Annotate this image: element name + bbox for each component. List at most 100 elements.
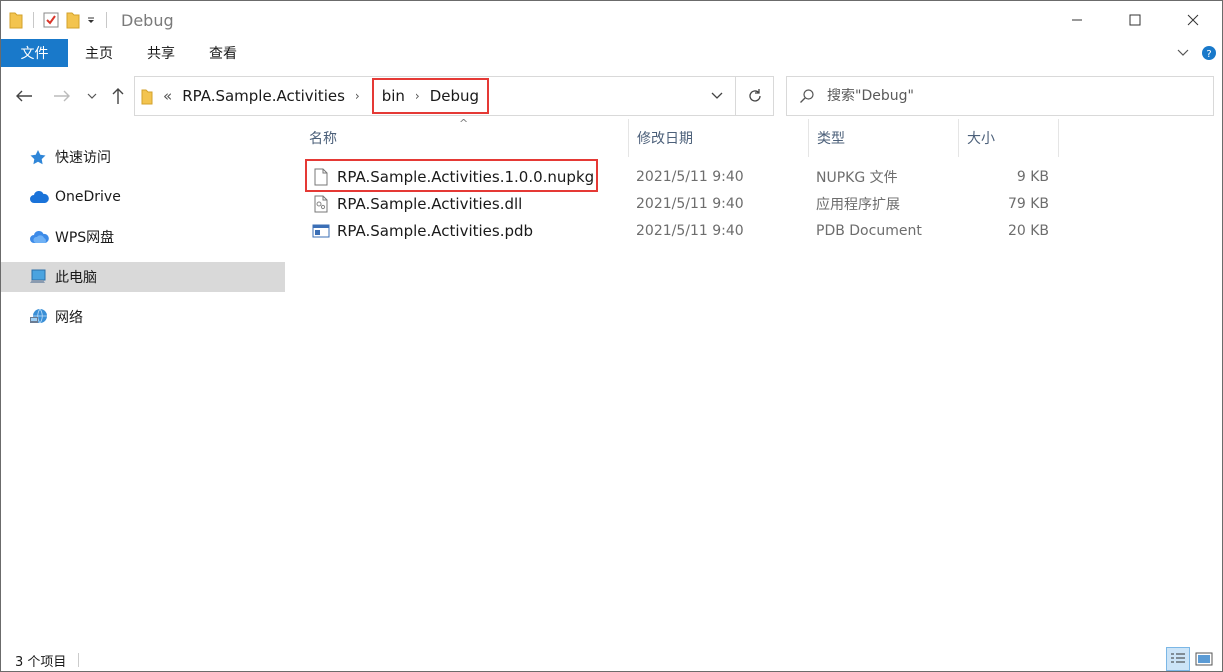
table-row[interactable]: RPA.Sample.Activities.1.0.0.nupkg 2021/5…	[301, 163, 1061, 190]
chevron-down-icon	[711, 92, 723, 99]
explorer-window: Debug 文件 主页 共享 查看 ? « RPA.Sample.Activit…	[0, 0, 1223, 672]
properties-check-icon[interactable]	[42, 10, 60, 30]
expand-ribbon-button[interactable]	[1170, 39, 1196, 67]
chevron-down-icon	[87, 93, 97, 99]
status-bar: 3 个项目	[1, 647, 1222, 671]
file-name-cell: RPA.Sample.Activities.dll	[311, 190, 522, 217]
column-header-date[interactable]: 修改日期	[629, 119, 809, 157]
dll-file-icon	[311, 195, 331, 213]
ribbon-right-controls: ?	[1170, 39, 1222, 67]
forward-button[interactable]	[51, 85, 73, 107]
file-name: RPA.Sample.Activities.1.0.0.nupkg	[337, 167, 595, 186]
chevron-down-icon	[1177, 49, 1189, 56]
table-row[interactable]: RPA.Sample.Activities.dll 2021/5/11 9:40…	[301, 190, 1061, 217]
file-type: 应用程序扩展	[816, 196, 900, 213]
tab-file[interactable]: 文件	[1, 39, 68, 67]
sidebar-item-this-pc[interactable]: 此电脑	[1, 262, 285, 292]
quick-access-toolbar: Debug	[1, 1, 174, 39]
sidebar-item-label: 网络	[55, 310, 83, 326]
folder-icon	[9, 10, 23, 30]
chevron-right-icon[interactable]: ›	[415, 89, 420, 103]
status-divider	[78, 653, 80, 667]
chevron-right-icon[interactable]: ›	[355, 89, 360, 103]
file-size: 20 KB	[1007, 222, 1049, 239]
address-history-button[interactable]	[699, 77, 735, 115]
arrow-left-icon	[16, 90, 32, 102]
window-title: Debug	[121, 10, 174, 30]
column-header-size[interactable]: 大小	[959, 119, 1059, 157]
star-icon	[29, 149, 51, 165]
file-list: ^ 名称 修改日期 类型 大小 RPA.Sample.Activities.1.…	[301, 117, 1221, 647]
title-bar: Debug	[1, 1, 1222, 39]
item-count: 3 个项目	[15, 654, 67, 670]
back-button[interactable]	[13, 85, 35, 107]
window-controls	[1048, 1, 1222, 39]
customize-dropdown-icon[interactable]	[86, 10, 96, 30]
details-view-icon	[1171, 653, 1185, 663]
ribbon-tabs: 文件 主页 共享 查看 ?	[1, 39, 1222, 67]
file-name: RPA.Sample.Activities.pdb	[337, 221, 534, 240]
computer-icon	[29, 269, 51, 285]
close-icon	[1187, 14, 1199, 26]
toolbar-divider	[33, 12, 34, 28]
breadcrumb-item[interactable]: Debug	[430, 87, 479, 105]
refresh-button[interactable]	[735, 77, 773, 115]
breadcrumb-item[interactable]: bin	[382, 87, 405, 105]
details-view-button[interactable]	[1166, 647, 1190, 671]
refresh-icon	[748, 89, 761, 102]
address-bar[interactable]: « RPA.Sample.Activities › bin › Debug	[134, 76, 774, 116]
file-date: 2021/5/11 9:40	[636, 195, 744, 212]
help-button[interactable]: ?	[1196, 39, 1222, 67]
sidebar-item-onedrive[interactable]: OneDrive	[1, 182, 285, 212]
column-header-type[interactable]: 类型	[809, 119, 959, 157]
navigation-pane: 快速访问 OneDrive WPS网盘 此电脑 网络	[1, 119, 285, 647]
breadcrumb-overflow[interactable]: «	[163, 87, 172, 105]
wps-cloud-icon	[29, 230, 51, 244]
column-header-label: 类型	[817, 131, 845, 147]
tab-view[interactable]: 查看	[192, 39, 254, 67]
highlighted-breadcrumb-region: bin › Debug	[371, 78, 490, 114]
column-header-name[interactable]: 名称	[301, 119, 629, 157]
cloud-icon	[29, 190, 51, 204]
column-header-label: 修改日期	[637, 131, 693, 147]
search-box	[786, 76, 1214, 116]
sidebar-item-label: 此电脑	[55, 270, 97, 286]
sidebar-item-network[interactable]: 网络	[1, 302, 285, 332]
tab-home[interactable]: 主页	[68, 39, 130, 67]
maximize-button[interactable]	[1106, 1, 1164, 39]
address-row: « RPA.Sample.Activities › bin › Debug	[1, 73, 1222, 119]
network-icon	[29, 308, 51, 326]
file-name-cell: RPA.Sample.Activities.pdb	[311, 217, 533, 244]
large-icons-view-button[interactable]	[1192, 647, 1216, 671]
file-size: 9 KB	[1016, 168, 1049, 185]
up-button[interactable]	[107, 85, 129, 107]
arrow-right-icon	[54, 90, 70, 102]
close-button[interactable]	[1164, 1, 1222, 39]
sidebar-item-label: 快速访问	[55, 150, 111, 166]
table-row[interactable]: RPA.Sample.Activities.pdb 2021/5/11 9:40…	[301, 217, 1061, 244]
folder-icon	[141, 89, 153, 109]
breadcrumb: « RPA.Sample.Activities › bin › Debug	[163, 77, 490, 115]
file-size: 79 KB	[1007, 195, 1049, 212]
file-name-cell: RPA.Sample.Activities.1.0.0.nupkg	[311, 163, 594, 190]
file-date: 2021/5/11 9:40	[636, 168, 744, 185]
search-input[interactable]	[827, 88, 1187, 104]
sidebar-item-quick-access[interactable]: 快速访问	[1, 142, 285, 172]
new-folder-icon[interactable]	[66, 10, 80, 30]
svg-text:?: ?	[1206, 49, 1211, 60]
column-header-label: 名称	[309, 131, 337, 147]
search-icon	[787, 88, 827, 104]
maximize-icon	[1129, 14, 1141, 26]
sidebar-item-wps-drive[interactable]: WPS网盘	[1, 222, 285, 252]
minimize-button[interactable]	[1048, 1, 1106, 39]
column-header-label: 大小	[967, 131, 995, 147]
view-switcher	[1164, 647, 1216, 671]
generic-file-icon	[311, 168, 331, 186]
recent-locations-button[interactable]	[81, 85, 103, 107]
minimize-icon	[1072, 19, 1082, 21]
tab-share[interactable]: 共享	[130, 39, 192, 67]
file-name: RPA.Sample.Activities.dll	[337, 194, 523, 213]
breadcrumb-item[interactable]: RPA.Sample.Activities	[182, 87, 345, 105]
file-type: PDB Document	[816, 222, 922, 239]
file-type: NUPKG 文件	[816, 169, 898, 186]
